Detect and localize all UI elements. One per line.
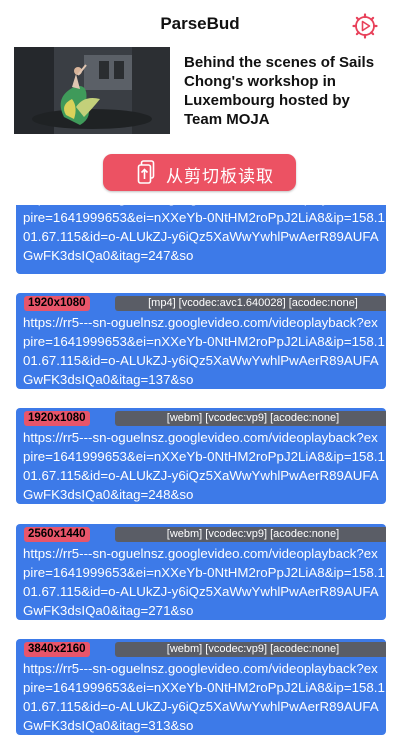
video-thumbnail — [14, 47, 170, 134]
format-card[interactable]: https://rr5---sn-oguelnsz.googlevideo.co… — [16, 205, 386, 274]
codec-badge: [webm] [vcodec:vp9] [acodec:none] — [115, 527, 386, 542]
codec-badge: [mp4] [vcodec:avc1.640028] [acodec:none] — [115, 296, 386, 311]
resolution-badge: 1920x1080 — [24, 296, 90, 311]
read-clipboard-label: 从剪切板读取 — [166, 167, 274, 186]
resolution-badge: 3840x2160 — [24, 642, 90, 657]
codec-badge: [webm] [vcodec:vp9] [acodec:none] — [115, 411, 386, 426]
format-url: https://rr5---sn-oguelnsz.googlevideo.co… — [23, 546, 385, 618]
format-url: https://rr5---sn-oguelnsz.googlevideo.co… — [23, 205, 385, 263]
format-url: https://rr5---sn-oguelnsz.googlevideo.co… — [23, 430, 385, 502]
format-url: https://rr5---sn-oguelnsz.googlevideo.co… — [23, 315, 385, 387]
video-title: Behind the scenes of Sails Chong's works… — [184, 54, 375, 128]
navigation-bar: ParseBud — [0, 0, 400, 50]
app-title: ParseBud — [160, 14, 240, 33]
gear-icon[interactable] — [352, 13, 378, 39]
resolution-badge: 2560x1440 — [24, 527, 90, 542]
format-card[interactable]: 1920x1080 [mp4] [vcodec:avc1.640028] [ac… — [16, 293, 386, 389]
codec-badge: [webm] [vcodec:vp9] [acodec:none] — [115, 642, 386, 657]
format-card[interactable]: 1920x1080 [webm] [vcodec:vp9] [acodec:no… — [16, 408, 386, 504]
clipboard-arrow-icon — [137, 160, 155, 184]
format-url: https://rr5---sn-oguelnsz.googlevideo.co… — [23, 661, 385, 733]
format-card[interactable]: 3840x2160 [webm] [vcodec:vp9] [acodec:no… — [16, 639, 386, 735]
resolution-badge: 1920x1080 — [24, 411, 90, 426]
video-summary: Behind the scenes of Sails Chong's works… — [0, 46, 400, 138]
format-list[interactable]: https://rr5---sn-oguelnsz.googlevideo.co… — [0, 205, 400, 748]
format-card[interactable]: 2560x1440 [webm] [vcodec:vp9] [acodec:no… — [16, 524, 386, 620]
read-clipboard-button[interactable]: 从剪切板读取 — [103, 154, 296, 191]
